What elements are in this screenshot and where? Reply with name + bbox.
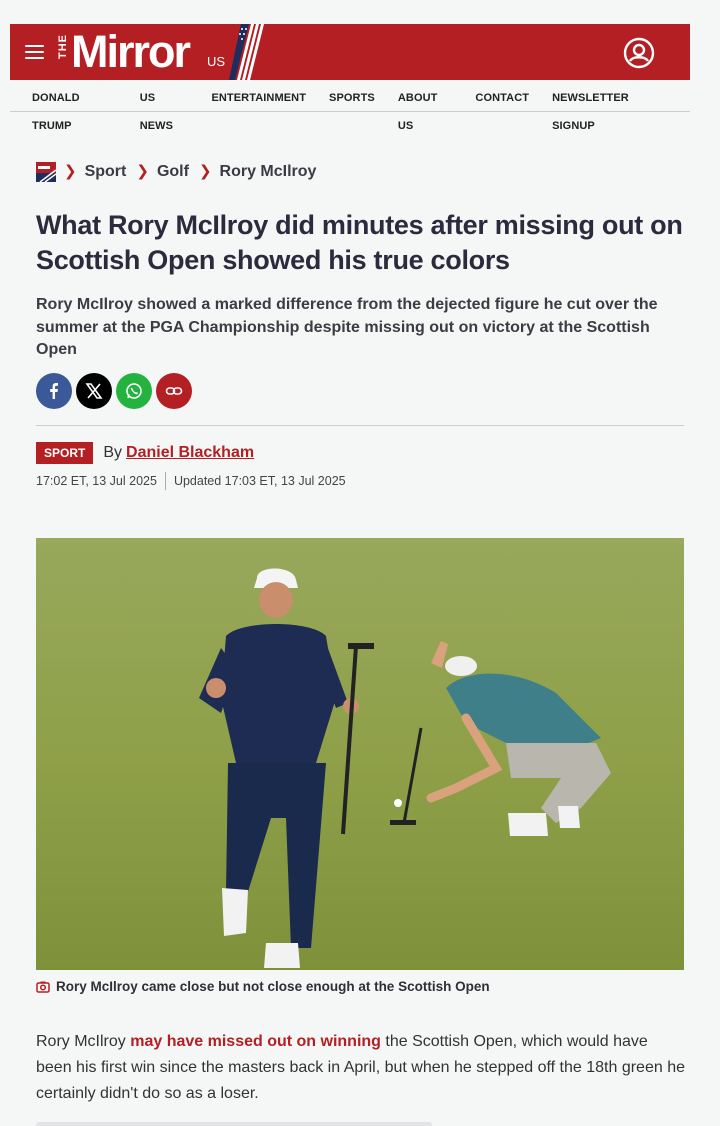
breadcrumb-sport[interactable]: Sport (85, 162, 127, 182)
camera-icon (36, 981, 50, 993)
article-headline: What Rory McIlroy did minutes after miss… (36, 210, 683, 275)
by-label: By (103, 444, 123, 461)
published-time: 17:02 ET, 13 Jul 2025 (36, 472, 166, 490)
copy-link-button[interactable] (156, 373, 192, 409)
facebook-icon (50, 383, 58, 399)
breadcrumb: ❯ Sport ❯ Golf ❯ Rory McIlroy (36, 161, 326, 183)
link-icon (165, 387, 183, 395)
user-icon (623, 37, 655, 69)
whatsapp-icon (126, 383, 142, 399)
chevron-right-icon: ❯ (64, 163, 77, 180)
article-photo[interactable] (36, 538, 684, 970)
share-whatsapp-button[interactable] (116, 373, 152, 409)
nav-item-us-news[interactable]: US NEWS (140, 84, 189, 140)
logo-us: US (207, 54, 226, 69)
next-element-placeholder (36, 1122, 432, 1126)
menu-button[interactable] (25, 45, 44, 59)
chevron-right-icon: ❯ (136, 163, 149, 180)
share-bar (36, 373, 196, 409)
body-text-start: Rory McIlroy (36, 1033, 131, 1050)
byline: SPORT By Daniel Blackham (36, 442, 254, 464)
home-logo-icon[interactable] (36, 162, 56, 182)
logo-the: THE (57, 34, 69, 59)
caption-text: Rory McIlroy came close but not close en… (56, 979, 490, 994)
body-link[interactable]: may have missed out on winning (130, 1033, 381, 1050)
flag-icon (229, 24, 264, 80)
x-icon (85, 383, 103, 399)
nav-item-sports[interactable]: SPORTS (329, 84, 375, 140)
updated-time: Updated 17:03 ET, 13 Jul 2025 (173, 474, 346, 488)
author-link[interactable]: Daniel Blackham (126, 444, 254, 462)
article-standfirst: Rory McIlroy showed a marked difference … (36, 296, 658, 358)
chevron-right-icon: ❯ (198, 163, 212, 180)
article-body-paragraph: Rory McIlroy may have missed out on winn… (36, 1029, 686, 1107)
share-facebook-button[interactable] (36, 373, 72, 409)
nav-item-entertainment[interactable]: ENTERTAINMENT (211, 84, 306, 140)
nav-item-donald-trump[interactable]: DONALD TRUMP (32, 84, 117, 140)
breadcrumb-golf[interactable]: Golf (157, 162, 189, 182)
hamburger-icon (25, 45, 44, 47)
photo-caption: Rory McIlroy came close but not close en… (36, 979, 490, 994)
logo-word: Mirror (71, 26, 191, 77)
share-x-button[interactable] (76, 373, 112, 409)
article-dates: 17:02 ET, 13 Jul 2025 Updated 17:03 ET, … (36, 472, 346, 490)
golf-photo-illustration (36, 538, 684, 970)
account-button[interactable] (623, 37, 655, 69)
section-tag[interactable]: SPORT (36, 442, 94, 464)
masthead: THE Mirror US (10, 24, 690, 80)
nav-item-about-us[interactable]: ABOUT US (398, 84, 453, 140)
top-nav: DONALD TRUMP US NEWS ENTERTAINMENT SPORT… (10, 84, 690, 132)
nav-item-contact[interactable]: CONTACT (475, 84, 529, 140)
mirror-logo[interactable]: THE Mirror US (55, 24, 275, 80)
breadcrumb-rory-mcilroy[interactable]: Rory McIlroy (220, 162, 317, 182)
divider (36, 425, 684, 426)
nav-item-newsletter-signup[interactable]: NEWSLETTER SIGNUP (552, 84, 667, 140)
